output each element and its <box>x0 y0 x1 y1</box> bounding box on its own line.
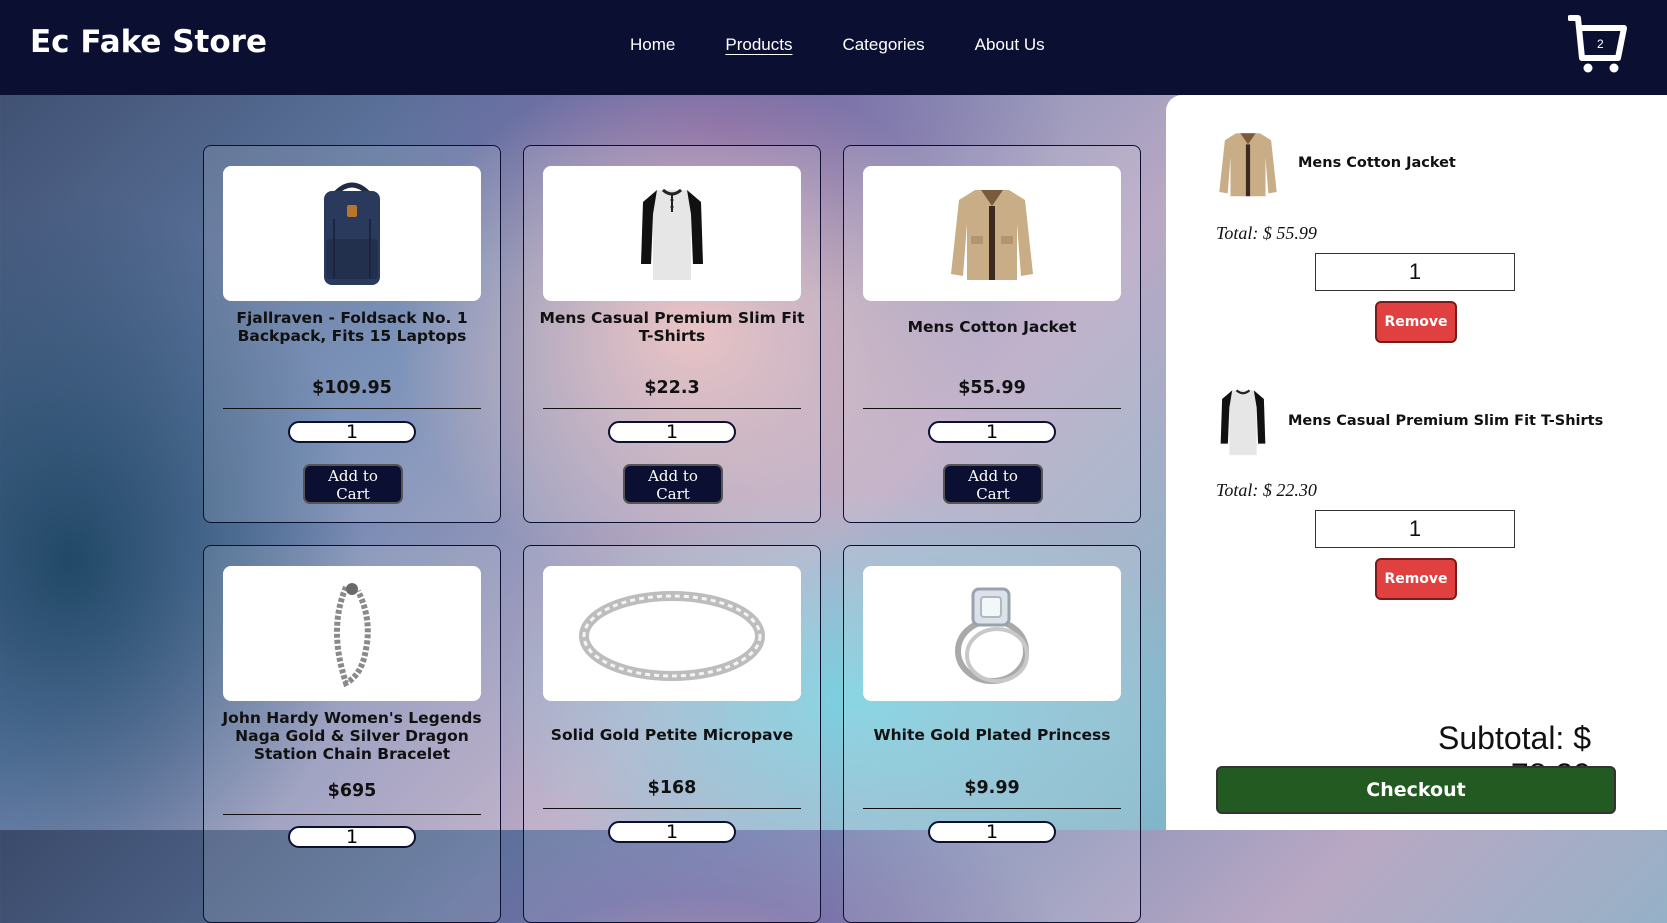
product-price: $22.3 <box>644 378 700 398</box>
cart-quantity-input[interactable] <box>1315 253 1515 291</box>
cart-quantity-input[interactable] <box>1315 510 1515 548</box>
divider <box>863 808 1121 809</box>
cart-button[interactable]: 2 <box>1567 12 1628 74</box>
product-image <box>863 566 1121 701</box>
cart-item-name: Mens Cotton Jacket <box>1298 155 1456 171</box>
remove-button[interactable]: Remove <box>1375 301 1457 343</box>
product-card: Mens Cotton Jacket $55.99 Add to Cart <box>843 145 1141 523</box>
product-card: Solid Gold Petite Micropave $168 <box>523 545 821 923</box>
bracelet-icon <box>334 582 371 687</box>
divider <box>543 408 801 409</box>
diamond-ring-icon <box>955 587 1029 684</box>
cart-item-image <box>1216 386 1270 458</box>
quantity-input[interactable] <box>608 421 736 443</box>
backpack-icon <box>324 182 380 285</box>
product-image <box>223 166 481 301</box>
product-name: Mens Cotton Jacket <box>907 318 1077 336</box>
remove-button[interactable]: Remove <box>1375 558 1457 600</box>
cart-item-name: Mens Casual Premium Slim Fit T-Shirts <box>1288 413 1604 429</box>
jacket-icon <box>1219 133 1277 197</box>
product-price: $109.95 <box>312 378 392 398</box>
checkout-button[interactable]: Checkout <box>1216 766 1616 814</box>
cart-count-badge: 2 <box>1597 37 1604 51</box>
divider <box>863 408 1121 409</box>
divider <box>543 808 801 809</box>
quantity-input[interactable] <box>608 821 736 843</box>
tshirt-icon <box>1220 389 1266 456</box>
product-price: $168 <box>647 778 697 798</box>
cart-item-total: Total: $ 55.99 <box>1216 223 1317 243</box>
cart-panel: Mens Cotton Jacket Total: $ 55.99 Remove… <box>1166 95 1667 830</box>
ring-icon <box>579 590 765 681</box>
quantity-input[interactable] <box>288 421 416 443</box>
navbar: Ec Fake Store Home Products Categories A… <box>0 0 1667 95</box>
product-card: Fjallraven - Foldsack No. 1 Backpack, Fi… <box>203 145 501 523</box>
product-name: Fjallraven - Foldsack No. 1 Backpack, Fi… <box>236 309 468 345</box>
product-price: $55.99 <box>958 378 1026 398</box>
product-card: John Hardy Women's Legends Naga Gold & S… <box>203 545 501 923</box>
product-image <box>223 566 481 701</box>
product-price: $9.99 <box>964 778 1020 798</box>
nav-home[interactable]: Home <box>630 35 675 55</box>
quantity-input[interactable] <box>928 421 1056 443</box>
quantity-input[interactable] <box>928 821 1056 843</box>
nav-links: Home Products Categories About Us <box>630 35 1045 55</box>
nav-categories[interactable]: Categories <box>842 35 924 55</box>
product-image <box>543 566 801 701</box>
product-card: White Gold Plated Princess $9.99 <box>843 545 1141 923</box>
product-name: Solid Gold Petite Micropave <box>550 726 794 744</box>
quantity-input[interactable] <box>288 826 416 848</box>
add-to-cart-button[interactable]: Add to Cart <box>943 464 1043 504</box>
add-to-cart-button[interactable]: Add to Cart <box>623 464 723 504</box>
cart-item-image <box>1216 129 1280 199</box>
nav-about-us[interactable]: About Us <box>975 35 1045 55</box>
brand-logo[interactable]: Ec Fake Store <box>30 24 267 60</box>
divider <box>223 814 481 815</box>
nav-products[interactable]: Products <box>725 35 792 55</box>
product-name: White Gold Plated Princess <box>873 726 1111 744</box>
cart-item-total: Total: $ 22.30 <box>1216 480 1317 500</box>
product-image <box>863 166 1121 301</box>
product-name: John Hardy Women's Legends Naga Gold & S… <box>222 709 482 763</box>
add-to-cart-button[interactable]: Add to Cart <box>303 464 403 504</box>
tshirt-icon <box>641 188 703 280</box>
divider <box>223 408 481 409</box>
product-price: $695 <box>327 781 377 801</box>
product-card: Mens Casual Premium Slim Fit T-Shirts $2… <box>523 145 821 523</box>
jacket-icon <box>951 189 1033 280</box>
product-image <box>543 166 801 301</box>
product-name: Mens Casual Premium Slim Fit T-Shirts <box>539 309 805 345</box>
